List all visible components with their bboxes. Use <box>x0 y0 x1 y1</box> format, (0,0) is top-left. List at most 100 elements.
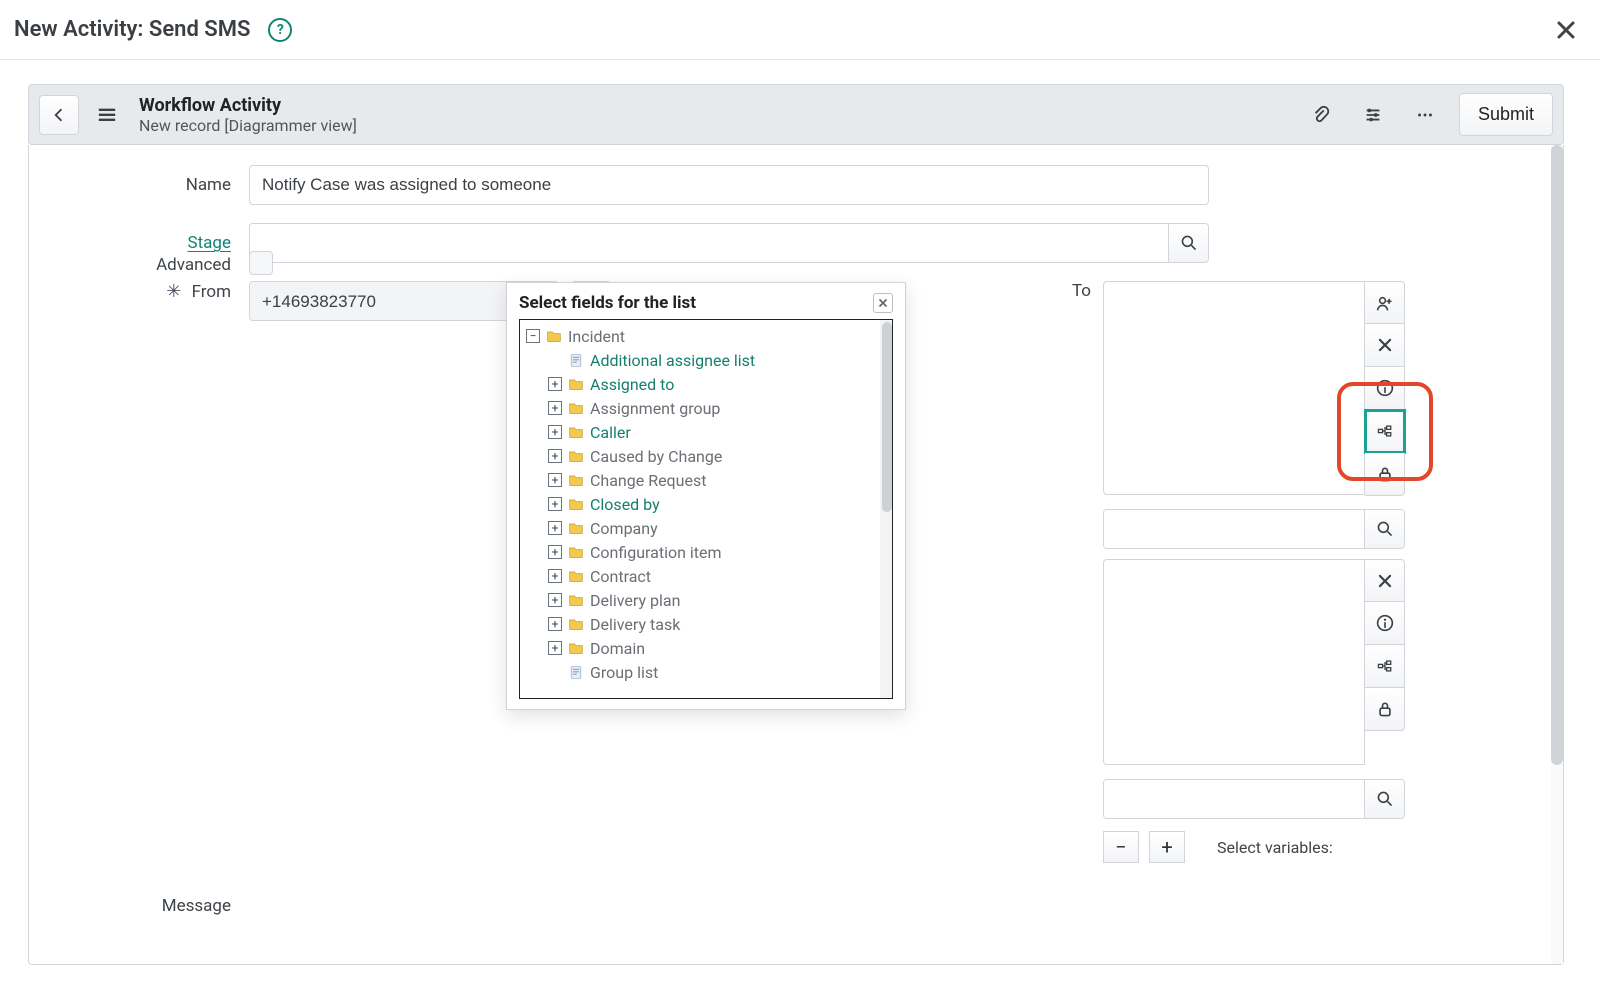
tree-item[interactable]: Delivery task <box>524 612 892 636</box>
expand-icon[interactable] <box>548 641 562 655</box>
tree-item-label[interactable]: Caused by Change <box>590 447 722 466</box>
workflow-header-right: Submit <box>1303 93 1553 136</box>
name-input[interactable] <box>249 165 1209 205</box>
submit-button[interactable]: Submit <box>1459 93 1553 136</box>
tree-item-label[interactable]: Delivery plan <box>590 591 680 610</box>
from-label-wrap: ✳ From <box>29 281 249 302</box>
tree-item-label[interactable]: Assignment group <box>590 399 720 418</box>
from-input[interactable] <box>250 282 518 321</box>
select-fields-popup: Select fields for the list IncidentAddit… <box>506 282 906 710</box>
to-add-me-button[interactable] <box>1365 281 1405 324</box>
tree-item[interactable]: Domain <box>524 636 892 660</box>
below-third-search-button[interactable] <box>1364 780 1404 818</box>
workflow-header: Workflow Activity New record [Diagrammer… <box>28 84 1564 145</box>
third-lock-button[interactable] <box>1365 688 1405 731</box>
popup-scrollbar-thumb[interactable] <box>882 322 892 512</box>
tree-item-label[interactable]: Domain <box>590 639 645 658</box>
variables-add-button[interactable]: + <box>1149 831 1185 863</box>
to-remove-button[interactable] <box>1365 324 1405 367</box>
third-remove-button[interactable] <box>1365 559 1405 602</box>
settings-icon[interactable] <box>1355 97 1391 133</box>
advanced-label: Advanced <box>29 255 249 275</box>
modal-close-button[interactable] <box>1552 16 1580 44</box>
expand-icon[interactable] <box>548 401 562 415</box>
tree-item[interactable]: Configuration item <box>524 540 892 564</box>
folder-icon <box>568 544 584 560</box>
form-scrollbar-thumb[interactable] <box>1551 145 1563 765</box>
tree-item[interactable]: Incident <box>524 324 892 348</box>
tree-item[interactable]: Contract <box>524 564 892 588</box>
form-scrollbar[interactable] <box>1551 145 1563 964</box>
file-icon <box>568 664 584 680</box>
tree-item[interactable]: Closed by <box>524 492 892 516</box>
message-label: Message <box>29 896 249 916</box>
tree-item[interactable]: Caller <box>524 420 892 444</box>
workflow-title: Workflow Activity <box>139 95 357 116</box>
third-textarea[interactable] <box>1103 559 1365 765</box>
tree-item[interactable]: Assigned to <box>524 372 892 396</box>
folder-icon <box>568 400 584 416</box>
tree-item[interactable]: Caused by Change <box>524 444 892 468</box>
tree-item-label[interactable]: Change Request <box>590 471 706 490</box>
tree-item[interactable]: Company <box>524 516 892 540</box>
below-to-input[interactable] <box>1104 510 1364 549</box>
back-button[interactable] <box>39 95 79 135</box>
popup-scrollbar[interactable] <box>880 320 892 698</box>
expand-icon[interactable] <box>548 617 562 631</box>
to-info-button[interactable] <box>1365 367 1405 410</box>
collapse-icon[interactable] <box>526 329 540 343</box>
below-third-row <box>1103 779 1563 819</box>
menu-icon[interactable] <box>89 97 125 133</box>
tree-item-label[interactable]: Incident <box>568 327 625 346</box>
tree-item-label[interactable]: Closed by <box>590 495 660 514</box>
expand-icon[interactable] <box>548 497 562 511</box>
expand-icon[interactable] <box>548 377 562 391</box>
variables-remove-button[interactable]: − <box>1103 831 1139 863</box>
popup-close-button[interactable] <box>873 293 893 313</box>
folder-icon <box>568 496 584 512</box>
folder-icon <box>568 448 584 464</box>
tree-item[interactable]: Delivery plan <box>524 588 892 612</box>
expand-icon[interactable] <box>548 473 562 487</box>
to-textarea[interactable] <box>1103 281 1365 495</box>
tree-item[interactable]: Change Request <box>524 468 892 492</box>
expander-spacer <box>548 353 562 367</box>
expand-icon[interactable] <box>548 593 562 607</box>
to-lock-button[interactable] <box>1365 453 1405 496</box>
tree-item[interactable]: Additional assignee list <box>524 348 892 372</box>
tree-item-label[interactable]: Group list <box>590 663 658 682</box>
tree-item-label[interactable]: Contract <box>590 567 651 586</box>
tree-item-label[interactable]: Assigned to <box>590 375 674 394</box>
more-icon[interactable] <box>1407 97 1443 133</box>
tree-item[interactable]: Assignment group <box>524 396 892 420</box>
third-side-buttons <box>1365 559 1405 765</box>
to-select-fields-button[interactable] <box>1365 410 1405 453</box>
tree-item-label[interactable]: Delivery task <box>590 615 680 634</box>
workflow-titles: Workflow Activity New record [Diagrammer… <box>139 95 357 135</box>
tree-item[interactable]: Group list <box>524 660 892 684</box>
expand-icon[interactable] <box>548 425 562 439</box>
below-to-row <box>1103 509 1563 549</box>
third-info-button[interactable] <box>1365 602 1405 645</box>
expand-icon[interactable] <box>548 521 562 535</box>
below-third-input[interactable] <box>1104 780 1364 819</box>
folder-icon <box>568 616 584 632</box>
third-select-fields-button[interactable] <box>1365 645 1405 688</box>
folder-icon <box>568 376 584 392</box>
expand-icon[interactable] <box>548 545 562 559</box>
row-message: Message <box>29 896 489 916</box>
expand-icon[interactable] <box>548 569 562 583</box>
to-side-buttons <box>1365 281 1405 496</box>
name-label: Name <box>29 175 249 195</box>
folder-icon <box>568 592 584 608</box>
tree-item-label[interactable]: Company <box>590 519 658 538</box>
stage-label[interactable]: Stage <box>29 233 249 253</box>
help-icon[interactable]: ? <box>268 18 292 42</box>
tree-item-label[interactable]: Configuration item <box>590 543 722 562</box>
tree-item-label[interactable]: Additional assignee list <box>590 351 755 370</box>
below-to-search-button[interactable] <box>1364 510 1404 548</box>
attachments-icon[interactable] <box>1303 97 1339 133</box>
expand-icon[interactable] <box>548 449 562 463</box>
tree-item-label[interactable]: Caller <box>590 423 631 442</box>
advanced-checkbox[interactable] <box>249 251 273 275</box>
